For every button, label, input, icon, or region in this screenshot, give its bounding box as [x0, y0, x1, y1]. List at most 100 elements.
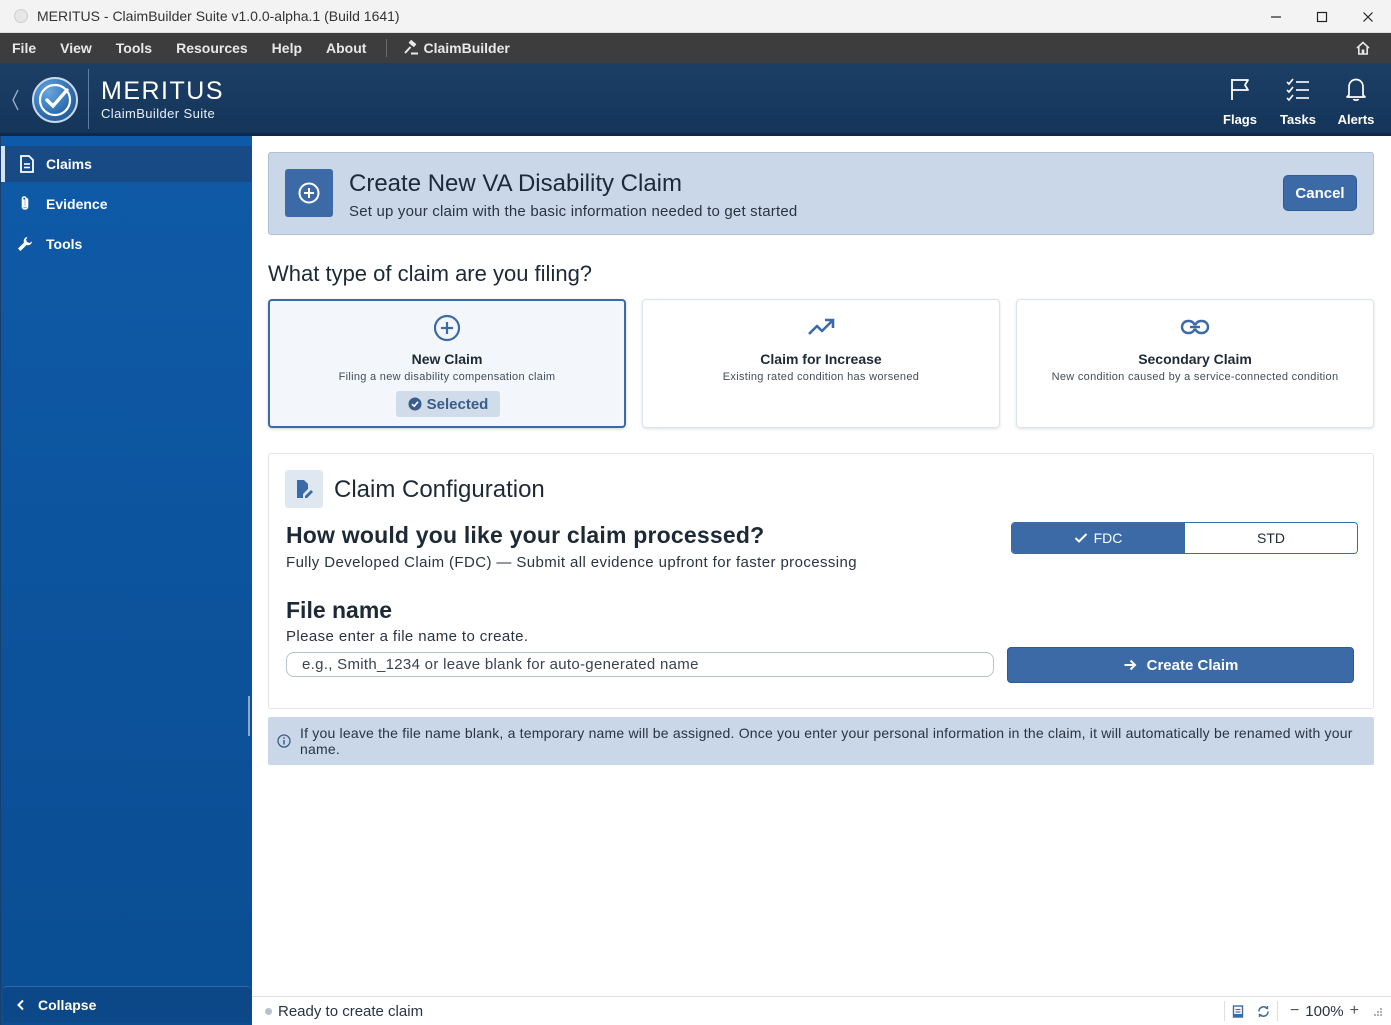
home-button[interactable] [1355, 40, 1371, 59]
info-icon [277, 734, 291, 753]
fdc-option-label: FDC [1093, 530, 1123, 546]
selected-badge: Selected [396, 391, 500, 417]
sync-icon [1258, 1005, 1270, 1017]
menu-tools[interactable]: Tools [104, 33, 164, 63]
menu-about[interactable]: About [314, 33, 378, 63]
flags-label: Flags [1223, 112, 1257, 127]
collapse-label: Collapse [38, 996, 97, 1013]
chevron-left-icon [3, 999, 38, 1011]
menu-file[interactable]: File [0, 33, 48, 63]
log-button[interactable] [1225, 1004, 1251, 1018]
status-indicator [265, 1007, 272, 1015]
app-icon [14, 9, 28, 23]
flag-icon [1231, 79, 1249, 100]
window-title-bar: MERITUS - ClaimBuilder Suite v1.0.0-alph… [0, 0, 1391, 33]
menu-claimbuilder[interactable]: ClaimBuilder [397, 40, 515, 56]
tasks-button[interactable]: Tasks [1269, 76, 1327, 127]
status-text: Ready to create claim [278, 1002, 424, 1020]
paperclip-icon [1, 195, 46, 213]
sidebar-item-label: Tools [46, 236, 83, 252]
menu-help[interactable]: Help [260, 33, 314, 63]
sync-button[interactable] [1251, 1005, 1277, 1018]
file-name-description: Please enter a file name to create. [286, 628, 529, 645]
claim-type-title: Claim for Increase [760, 351, 882, 367]
tasks-icon [1286, 78, 1309, 102]
maximize-icon [1316, 11, 1328, 22]
sidebar-resize-handle[interactable] [248, 696, 250, 736]
sidebar: Claims Evidence Tools Collapse [0, 136, 252, 1025]
trending-up-icon [808, 318, 835, 335]
zoom-control: − 100% + [1278, 1002, 1391, 1020]
claim-type-secondary[interactable]: Secondary Claim New condition caused by … [1016, 299, 1374, 428]
collapse-button[interactable]: Collapse [3, 986, 251, 1022]
brand-subtitle: ClaimBuilder Suite [101, 106, 216, 121]
tasks-label: Tasks [1280, 112, 1316, 127]
check-icon [1074, 533, 1087, 543]
info-banner: If you leave the file name blank, a temp… [268, 717, 1374, 765]
file-name-title: File name [286, 597, 393, 623]
sidebar-item-tools[interactable]: Tools [1, 226, 252, 262]
document-list-icon [1232, 1004, 1244, 1018]
menu-claimbuilder-label: ClaimBuilder [423, 40, 510, 56]
file-name-input[interactable] [286, 652, 994, 677]
status-bar: Ready to create claim − 100% + [252, 996, 1391, 1025]
menu-resources[interactable]: Resources [164, 33, 260, 63]
alerts-button[interactable]: Alerts [1327, 76, 1385, 127]
chevron-left-icon [12, 89, 19, 111]
configuration-title: Claim Configuration [334, 476, 545, 503]
bell-icon [1346, 78, 1366, 101]
home-icon [1356, 41, 1370, 55]
processing-description: Fully Developed Claim (FDC) — Submit all… [286, 554, 857, 571]
info-text: If you leave the file name blank, a temp… [300, 725, 1353, 757]
claim-type-question: What type of claim are you filing? [268, 261, 593, 286]
wrench-icon [1, 235, 46, 253]
link-icon [1180, 319, 1210, 335]
processing-question: How would you like your claim processed? [286, 522, 765, 548]
sidebar-item-evidence[interactable]: Evidence [1, 186, 252, 222]
claim-type-increase[interactable]: Claim for Increase Existing rated condit… [642, 299, 1000, 428]
header-divider [88, 69, 89, 129]
edit-document-icon-box [285, 470, 323, 508]
selected-badge-label: Selected [426, 395, 489, 413]
back-button[interactable] [9, 87, 21, 118]
sidebar-item-label: Claims [46, 156, 92, 172]
app-header: MERITUS ClaimBuilder Suite Flags Tasks A… [0, 63, 1391, 136]
app-logo [32, 77, 78, 123]
menu-view[interactable]: View [48, 33, 104, 63]
claim-type-new[interactable]: New Claim Filing a new disability compen… [268, 299, 626, 428]
plus-circle-icon [433, 314, 461, 342]
document-icon [5, 155, 46, 173]
arrow-right-icon [1124, 659, 1137, 671]
claim-configuration-panel: Claim Configuration How would you like y… [268, 453, 1374, 709]
menu-divider [386, 39, 388, 57]
claim-type-title: Secondary Claim [1138, 351, 1252, 367]
flags-button[interactable]: Flags [1211, 76, 1269, 127]
create-claim-button[interactable]: Create Claim [1007, 647, 1354, 683]
processing-toggle: FDC STD [1011, 522, 1358, 554]
alerts-label: Alerts [1337, 112, 1375, 127]
checkmark-logo-icon [38, 83, 72, 117]
close-button[interactable] [1345, 0, 1391, 33]
window-title: MERITUS - ClaimBuilder Suite v1.0.0-alph… [37, 8, 400, 24]
resize-grip-icon [1374, 1008, 1382, 1016]
plus-circle-icon [298, 182, 320, 204]
close-icon [1363, 11, 1373, 22]
claim-type-title: New Claim [411, 351, 483, 367]
fdc-option[interactable]: FDC [1012, 523, 1185, 553]
std-option-label: STD [1257, 530, 1285, 546]
zoom-out-button[interactable]: − [1290, 1002, 1299, 1020]
gavel-icon [404, 40, 419, 55]
page-title: Create New VA Disability Claim [349, 170, 682, 197]
cancel-button[interactable]: Cancel [1283, 175, 1357, 211]
sidebar-item-claims[interactable]: Claims [1, 146, 252, 182]
zoom-in-button[interactable]: + [1350, 1002, 1359, 1020]
page-subtitle: Set up your claim with the basic informa… [349, 203, 798, 220]
maximize-button[interactable] [1299, 0, 1345, 33]
std-option[interactable]: STD [1185, 523, 1357, 553]
create-claim-label: Create Claim [1146, 656, 1239, 674]
claim-type-desc: New condition caused by a service-connec… [1051, 371, 1339, 383]
claim-type-desc: Existing rated condition has worsened [722, 371, 920, 383]
minimize-button[interactable] [1253, 0, 1299, 33]
zoom-level: 100% [1305, 1002, 1344, 1020]
edit-document-icon [297, 480, 313, 498]
